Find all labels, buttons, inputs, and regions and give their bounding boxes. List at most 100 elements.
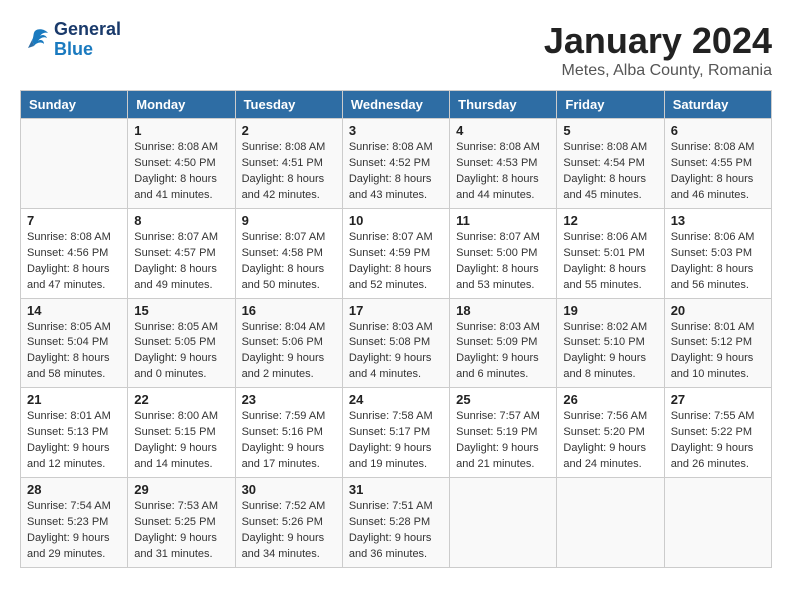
calendar-cell: 13Sunrise: 8:06 AM Sunset: 5:03 PM Dayli… [664, 208, 771, 298]
day-info: Sunrise: 8:03 AM Sunset: 5:09 PM Dayligh… [456, 320, 550, 384]
calendar-cell: 5 Sunrise: 8:08 AM Sunset: 4:54 PM Daylig… [557, 119, 664, 209]
day-info: Sunrise: 8:01 AM Sunset: 5:12 PM Dayligh… [671, 320, 765, 384]
weekday-header: Thursday [450, 91, 557, 119]
logo: General Blue [20, 20, 121, 60]
day-info: Sunrise: 8:07 AM Sunset: 5:00 PM Dayligh… [456, 230, 550, 294]
day-info: Sunrise: 8:08 AM Sunset: 4:53 PM Dayligh… [456, 140, 550, 204]
day-info: Sunrise: 7:59 AM Sunset: 5:16 PM Dayligh… [242, 409, 336, 473]
day-info: Sunrise: 8:08 AM Sunset: 4:56 PM Dayligh… [27, 230, 121, 294]
calendar-title: January 2024 [544, 20, 772, 62]
day-number: 20 [671, 303, 765, 318]
day-number: 30 [242, 482, 336, 497]
weekday-header: Friday [557, 91, 664, 119]
day-number: 18 [456, 303, 550, 318]
day-number: 31 [349, 482, 443, 497]
day-info: Sunrise: 7:51 AM Sunset: 5:28 PM Dayligh… [349, 499, 443, 563]
day-number: 13 [671, 213, 765, 228]
calendar-cell: 19Sunrise: 8:02 AM Sunset: 5:10 PM Dayli… [557, 298, 664, 388]
calendar-subtitle: Metes, Alba County, Romania [544, 62, 772, 80]
day-number: 3 [349, 123, 443, 138]
calendar-cell: 31 Sunrise: 7:51 AM Sunset: 5:28 PM Dayli… [342, 478, 449, 568]
day-info: Sunrise: 8:05 AM Sunset: 5:05 PM Dayligh… [134, 320, 228, 384]
day-number: 2 [242, 123, 336, 138]
day-number: 29 [134, 482, 228, 497]
calendar-cell: 1Sunrise: 8:08 AM Sunset: 4:50 PM Daylig… [128, 119, 235, 209]
calendar-cell: 4 Sunrise: 8:08 AM Sunset: 4:53 PM Daylig… [450, 119, 557, 209]
day-number: 28 [27, 482, 121, 497]
day-info: Sunrise: 8:00 AM Sunset: 5:15 PM Dayligh… [134, 409, 228, 473]
day-number: 21 [27, 392, 121, 407]
calendar-week-row: 7 Sunrise: 8:08 AM Sunset: 4:56 PM Daylig… [21, 208, 772, 298]
calendar-cell: 18 Sunrise: 8:03 AM Sunset: 5:09 PM Dayli… [450, 298, 557, 388]
weekday-header: Wednesday [342, 91, 449, 119]
weekday-header: Tuesday [235, 91, 342, 119]
day-info: Sunrise: 8:04 AM Sunset: 5:06 PM Dayligh… [242, 320, 336, 384]
day-info: Sunrise: 7:54 AM Sunset: 5:23 PM Dayligh… [27, 499, 121, 563]
day-number: 17 [349, 303, 443, 318]
day-number: 4 [456, 123, 550, 138]
calendar-cell: 24 Sunrise: 7:58 AM Sunset: 5:17 PM Dayli… [342, 388, 449, 478]
day-number: 5 [563, 123, 657, 138]
calendar-cell: 23 Sunrise: 7:59 AM Sunset: 5:16 PM Dayli… [235, 388, 342, 478]
calendar-cell: 22 Sunrise: 8:00 AM Sunset: 5:15 PM Dayli… [128, 388, 235, 478]
calendar-table: SundayMondayTuesdayWednesdayThursdayFrid… [20, 90, 772, 568]
calendar-cell: 3Sunrise: 8:08 AM Sunset: 4:52 PM Daylig… [342, 119, 449, 209]
day-number: 10 [349, 213, 443, 228]
day-number: 15 [134, 303, 228, 318]
day-info: Sunrise: 8:07 AM Sunset: 4:57 PM Dayligh… [134, 230, 228, 294]
day-number: 27 [671, 392, 765, 407]
weekday-header: Sunday [21, 91, 128, 119]
calendar-cell: 6 Sunrise: 8:08 AM Sunset: 4:55 PM Daylig… [664, 119, 771, 209]
calendar-cell: 11 Sunrise: 8:07 AM Sunset: 5:00 PM Dayli… [450, 208, 557, 298]
day-info: Sunrise: 8:07 AM Sunset: 4:58 PM Dayligh… [242, 230, 336, 294]
calendar-cell: 28 Sunrise: 7:54 AM Sunset: 5:23 PM Dayli… [21, 478, 128, 568]
calendar-cell [664, 478, 771, 568]
calendar-week-row: 28 Sunrise: 7:54 AM Sunset: 5:23 PM Dayli… [21, 478, 772, 568]
calendar-cell: 27 Sunrise: 7:55 AM Sunset: 5:22 PM Dayli… [664, 388, 771, 478]
day-number: 12 [563, 213, 657, 228]
calendar-cell: 16 Sunrise: 8:04 AM Sunset: 5:06 PM Dayli… [235, 298, 342, 388]
day-number: 24 [349, 392, 443, 407]
day-info: Sunrise: 7:52 AM Sunset: 5:26 PM Dayligh… [242, 499, 336, 563]
day-number: 22 [134, 392, 228, 407]
day-info: Sunrise: 8:08 AM Sunset: 4:55 PM Dayligh… [671, 140, 765, 204]
calendar-cell [21, 119, 128, 209]
day-info: Sunrise: 7:55 AM Sunset: 5:22 PM Dayligh… [671, 409, 765, 473]
calendar-cell: 25 Sunrise: 7:57 AM Sunset: 5:19 PM Dayli… [450, 388, 557, 478]
day-info: Sunrise: 8:06 AM Sunset: 5:01 PM Dayligh… [563, 230, 657, 294]
day-number: 16 [242, 303, 336, 318]
day-info: Sunrise: 8:05 AM Sunset: 5:04 PM Dayligh… [27, 320, 121, 384]
calendar-week-row: 21 Sunrise: 8:01 AM Sunset: 5:13 PM Dayli… [21, 388, 772, 478]
day-number: 11 [456, 213, 550, 228]
day-info: Sunrise: 7:56 AM Sunset: 5:20 PM Dayligh… [563, 409, 657, 473]
calendar-cell: 2Sunrise: 8:08 AM Sunset: 4:51 PM Daylig… [235, 119, 342, 209]
weekday-header: Monday [128, 91, 235, 119]
day-number: 6 [671, 123, 765, 138]
day-info: Sunrise: 8:02 AM Sunset: 5:10 PM Dayligh… [563, 320, 657, 384]
day-info: Sunrise: 8:01 AM Sunset: 5:13 PM Dayligh… [27, 409, 121, 473]
day-info: Sunrise: 8:08 AM Sunset: 4:54 PM Dayligh… [563, 140, 657, 204]
title-block: January 2024 Metes, Alba County, Romania [544, 20, 772, 80]
calendar-cell: 8Sunrise: 8:07 AM Sunset: 4:57 PM Daylig… [128, 208, 235, 298]
calendar-cell: 9Sunrise: 8:07 AM Sunset: 4:58 PM Daylig… [235, 208, 342, 298]
day-number: 14 [27, 303, 121, 318]
page-header: General Blue January 2024 Metes, Alba Co… [20, 20, 772, 80]
calendar-cell: 10Sunrise: 8:07 AM Sunset: 4:59 PM Dayli… [342, 208, 449, 298]
calendar-cell: 21 Sunrise: 8:01 AM Sunset: 5:13 PM Dayli… [21, 388, 128, 478]
calendar-cell: 26Sunrise: 7:56 AM Sunset: 5:20 PM Dayli… [557, 388, 664, 478]
day-number: 1 [134, 123, 228, 138]
day-info: Sunrise: 8:03 AM Sunset: 5:08 PM Dayligh… [349, 320, 443, 384]
day-number: 25 [456, 392, 550, 407]
calendar-cell [557, 478, 664, 568]
day-info: Sunrise: 7:58 AM Sunset: 5:17 PM Dayligh… [349, 409, 443, 473]
logo-text-line1: General [54, 20, 121, 40]
logo-icon [20, 26, 50, 54]
calendar-cell: 20 Sunrise: 8:01 AM Sunset: 5:12 PM Dayli… [664, 298, 771, 388]
day-info: Sunrise: 7:57 AM Sunset: 5:19 PM Dayligh… [456, 409, 550, 473]
day-number: 7 [27, 213, 121, 228]
calendar-week-row: 14 Sunrise: 8:05 AM Sunset: 5:04 PM Dayli… [21, 298, 772, 388]
logo-text-line2: Blue [54, 40, 121, 60]
calendar-cell: 15 Sunrise: 8:05 AM Sunset: 5:05 PM Dayli… [128, 298, 235, 388]
day-number: 23 [242, 392, 336, 407]
calendar-cell [450, 478, 557, 568]
